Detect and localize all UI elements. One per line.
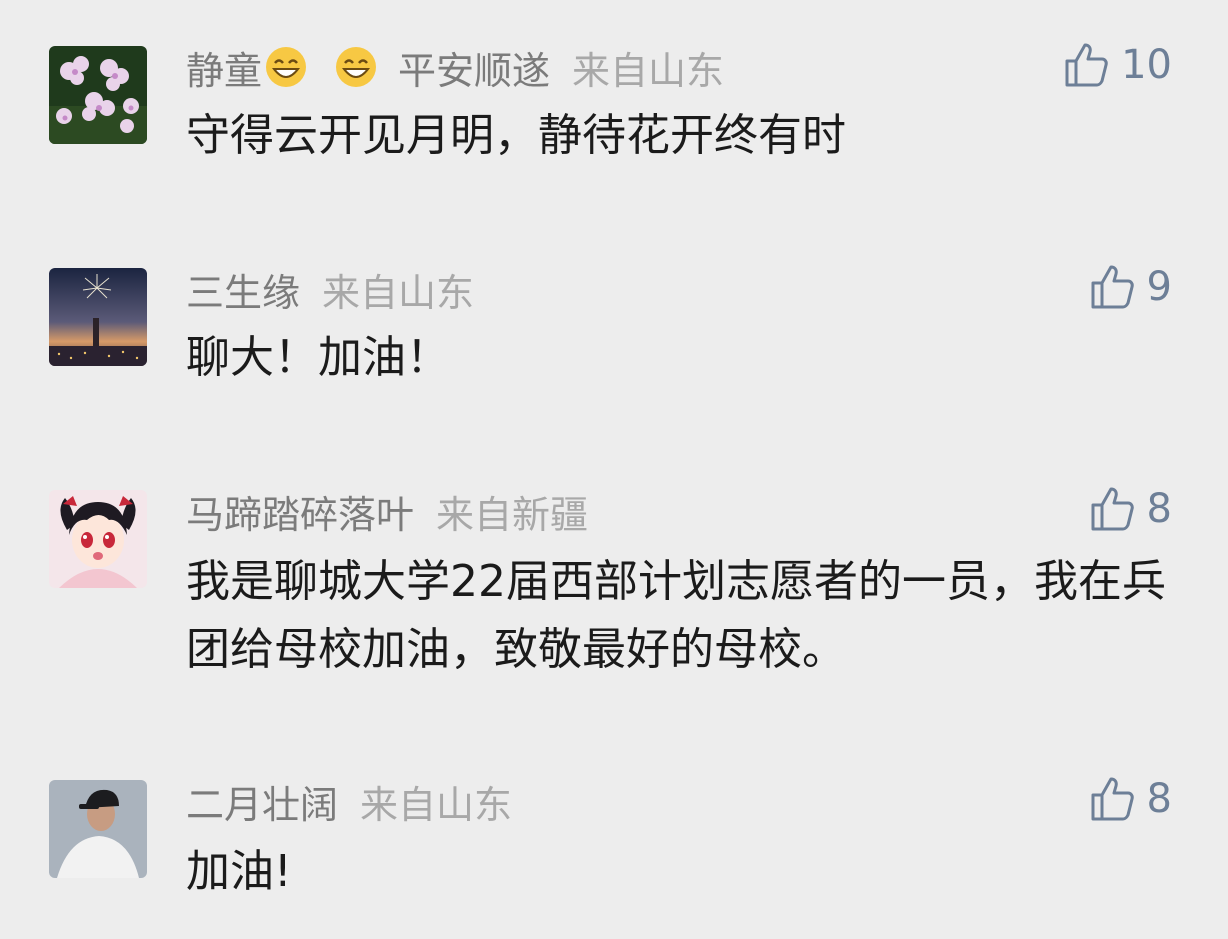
avatar[interactable]: [49, 780, 147, 878]
like-button[interactable]: 10: [1063, 40, 1172, 90]
flowers-avatar-icon: [49, 46, 147, 144]
like-count: 9: [1146, 264, 1172, 310]
avatar[interactable]: [49, 490, 147, 588]
comment-location: 来自新疆: [436, 492, 589, 537]
comment-text: 聊大！加油！: [186, 332, 450, 383]
comment-author-suffix: 平安顺遂: [398, 48, 551, 93]
comment-author[interactable]: 三生缘: [186, 262, 300, 317]
comment-meta: 二月壮阔 来自山东: [186, 774, 513, 829]
thumbs-up-icon: [1089, 485, 1137, 533]
thumbs-up-icon: [1089, 775, 1137, 823]
comment-text: 守得云开见月明，静待花开终有时: [186, 110, 846, 161]
like-button[interactable]: 8: [1089, 774, 1172, 824]
comment-text: 我是聊城大学22届西部计划志愿者的一员，我在兵团给母校加油，致敬最好的母校。: [186, 556, 1166, 675]
thumbs-up-icon: [1089, 263, 1137, 311]
avatar[interactable]: [49, 268, 147, 366]
anime-girl-avatar-icon: [49, 490, 147, 588]
like-button[interactable]: 9: [1089, 262, 1172, 312]
like-count: 8: [1146, 486, 1172, 532]
comment-author[interactable]: 静童: [186, 40, 262, 95]
comment-location: 来自山东: [360, 782, 513, 827]
comment-meta: 三生缘 来自山东: [186, 262, 475, 317]
like-count: 10: [1121, 42, 1172, 88]
grinning-face-icon: [264, 45, 308, 89]
comment-text: 加油!: [186, 846, 292, 897]
comment-meta: 静童 平安顺遂 来自山东: [186, 40, 725, 95]
comment-meta: 马蹄踏碎落叶 来自新疆: [186, 484, 589, 539]
like-count: 8: [1146, 776, 1172, 822]
avatar[interactable]: [49, 46, 147, 144]
thumbs-up-icon: [1063, 41, 1111, 89]
comment-location: 来自山东: [572, 48, 725, 93]
person-cap-avatar-icon: [49, 780, 147, 878]
like-button[interactable]: 8: [1089, 484, 1172, 534]
comment-location: 来自山东: [322, 270, 475, 315]
grinning-face-icon: [334, 45, 378, 89]
night-city-fireworks-avatar-icon: [49, 268, 147, 366]
comment-author[interactable]: 马蹄踏碎落叶: [186, 484, 414, 539]
comment-author[interactable]: 二月壮阔: [186, 774, 338, 829]
